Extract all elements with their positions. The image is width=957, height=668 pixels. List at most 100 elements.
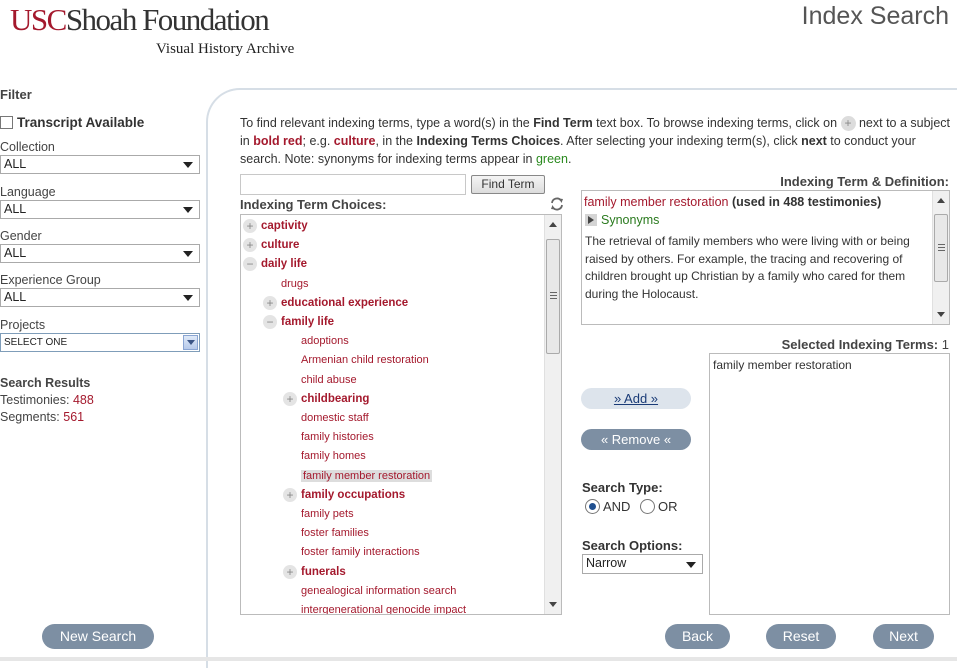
tree-item[interactable]: − family life bbox=[263, 313, 334, 331]
tree-item[interactable]: child abuse bbox=[301, 371, 357, 389]
expand-plus-icon[interactable]: + bbox=[283, 487, 297, 502]
collection-select[interactable]: ALL bbox=[0, 155, 200, 174]
tree-item-label[interactable]: drugs bbox=[281, 278, 309, 290]
tree-item[interactable]: domestic staff bbox=[301, 409, 369, 427]
find-term-button[interactable]: Find Term bbox=[471, 175, 545, 194]
language-select[interactable]: ALL bbox=[0, 200, 200, 219]
experience-group-label: Experience Group bbox=[0, 273, 101, 287]
tree-item[interactable]: drugs bbox=[281, 275, 309, 293]
tree-item-label[interactable]: adoptions bbox=[301, 335, 349, 347]
language-filter: Language ALL bbox=[0, 185, 200, 219]
tree-item[interactable]: Armenian child restoration bbox=[301, 351, 429, 369]
experience-group-select[interactable]: ALL bbox=[0, 288, 200, 307]
expand-plus-icon[interactable]: + bbox=[283, 391, 297, 406]
collapse-minus-icon[interactable]: − bbox=[243, 257, 257, 272]
radio-selected-icon[interactable] bbox=[585, 499, 600, 514]
tree-item-label[interactable]: foster families bbox=[301, 527, 369, 539]
gender-label: Gender bbox=[0, 229, 42, 243]
definition-text: The retrieval of family members who were… bbox=[585, 234, 910, 301]
indexing-term-tree[interactable]: + captivity + culture − daily life drugs + educa… bbox=[240, 214, 562, 615]
collection-label: Collection bbox=[0, 140, 55, 154]
tree-item[interactable]: family member restoration bbox=[301, 467, 433, 485]
tree-item[interactable]: adoptions bbox=[301, 332, 349, 350]
scroll-down-icon[interactable] bbox=[549, 602, 557, 607]
tree-item-label[interactable]: domestic staff bbox=[301, 412, 369, 424]
synonyms-toggle[interactable]: Synonyms bbox=[585, 213, 659, 227]
collection-filter: Collection ALL bbox=[0, 140, 200, 174]
tree-item-label[interactable]: captivity bbox=[261, 220, 308, 232]
expand-plus-icon[interactable]: + bbox=[243, 238, 257, 253]
remove-button[interactable]: « Remove « bbox=[581, 429, 691, 450]
tree-item[interactable]: foster family interactions bbox=[301, 543, 420, 561]
tree-item[interactable]: family pets bbox=[301, 505, 354, 523]
tree-item-label[interactable]: family occupations bbox=[301, 489, 405, 501]
definition-scrollbar[interactable] bbox=[932, 191, 949, 324]
gender-select[interactable]: ALL bbox=[0, 244, 200, 263]
refresh-icon[interactable] bbox=[549, 196, 565, 212]
next-button[interactable]: Next bbox=[873, 624, 934, 649]
tree-item-label[interactable]: family homes bbox=[301, 450, 366, 462]
collapse-minus-icon[interactable]: − bbox=[263, 315, 277, 329]
tree-item-label[interactable]: intergenerational genocide impact bbox=[301, 604, 466, 614]
projects-select[interactable]: SELECT ONE bbox=[0, 333, 200, 352]
search-type-and-radio[interactable]: AND bbox=[585, 499, 630, 514]
scrollbar-thumb[interactable] bbox=[934, 214, 948, 282]
transcript-available-checkbox[interactable]: Transcript Available bbox=[0, 115, 144, 130]
tree-item-label[interactable]: funerals bbox=[301, 566, 346, 578]
expand-arrow-icon[interactable] bbox=[585, 214, 597, 226]
tree-item-label[interactable]: educational experience bbox=[281, 297, 408, 309]
segments-count: Segments: 561 bbox=[0, 410, 85, 424]
footer-strip bbox=[0, 657, 957, 661]
scroll-up-icon[interactable] bbox=[937, 198, 945, 203]
radio-unselected-icon[interactable] bbox=[640, 499, 655, 514]
tree-item-label[interactable]: genealogical information search bbox=[301, 585, 456, 597]
language-label: Language bbox=[0, 185, 56, 199]
search-options-select[interactable]: Narrow bbox=[582, 554, 703, 574]
tree-item-label[interactable]: culture bbox=[261, 239, 299, 251]
testimonies-count: Testimonies: 488 bbox=[0, 393, 94, 407]
tree-item[interactable]: + childbearing bbox=[283, 390, 369, 408]
tree-item[interactable]: + funerals bbox=[283, 563, 346, 581]
tree-item[interactable]: family homes bbox=[301, 447, 366, 465]
scroll-up-icon[interactable] bbox=[549, 222, 557, 227]
tree-item-label[interactable]: family life bbox=[281, 316, 334, 328]
find-term-input[interactable] bbox=[240, 174, 466, 195]
tree-item[interactable]: + culture bbox=[243, 236, 299, 254]
scroll-down-icon[interactable] bbox=[937, 312, 945, 317]
tree-item-label[interactable]: family pets bbox=[301, 508, 354, 520]
site-logo: USCShoah Foundation Visual History Archi… bbox=[10, 4, 294, 57]
tree-item-label[interactable]: foster family interactions bbox=[301, 546, 420, 558]
instructions-text: To find relevant indexing terms, type a … bbox=[240, 116, 951, 166]
selected-terms-list[interactable]: family member restoration bbox=[709, 353, 950, 615]
projects-filter: Projects SELECT ONE bbox=[0, 318, 200, 352]
tree-item[interactable]: intergenerational genocide impact bbox=[301, 601, 466, 614]
selected-term-item[interactable]: family member restoration bbox=[713, 358, 852, 372]
tree-item-label[interactable]: child abuse bbox=[301, 374, 357, 386]
tree-item-label[interactable]: Armenian child restoration bbox=[301, 354, 429, 366]
tree-item-label[interactable]: childbearing bbox=[301, 393, 369, 405]
reset-button[interactable]: Reset bbox=[766, 624, 836, 649]
chevron-down-icon bbox=[183, 295, 193, 301]
search-type-or-radio[interactable]: OR bbox=[640, 499, 678, 514]
tree-item-label[interactable]: family histories bbox=[301, 431, 374, 443]
tree-item[interactable]: family histories bbox=[301, 428, 374, 446]
back-button[interactable]: Back bbox=[665, 624, 730, 649]
tree-item[interactable]: + captivity bbox=[243, 217, 308, 235]
expand-plus-icon[interactable]: + bbox=[283, 564, 297, 579]
add-button[interactable]: » Add » bbox=[581, 388, 691, 409]
scrollbar-thumb[interactable] bbox=[546, 239, 560, 354]
expand-plus-icon[interactable]: + bbox=[263, 295, 277, 310]
new-search-button[interactable]: New Search bbox=[42, 624, 154, 649]
tree-item[interactable]: − daily life bbox=[243, 255, 307, 273]
expand-plus-icon[interactable]: + bbox=[243, 219, 257, 233]
gender-filter: Gender ALL bbox=[0, 229, 200, 263]
tree-item[interactable]: + educational experience bbox=[263, 294, 408, 312]
tree-item[interactable]: + family occupations bbox=[283, 486, 405, 504]
tree-item[interactable]: genealogical information search bbox=[301, 582, 456, 600]
tree-item-label[interactable]: daily life bbox=[261, 258, 307, 270]
tree-item-label[interactable]: family member restoration bbox=[301, 469, 433, 482]
search-results-title: Search Results bbox=[0, 376, 91, 390]
checkbox-box[interactable] bbox=[0, 116, 13, 129]
tree-scrollbar[interactable] bbox=[544, 215, 561, 614]
tree-item[interactable]: foster families bbox=[301, 524, 369, 542]
